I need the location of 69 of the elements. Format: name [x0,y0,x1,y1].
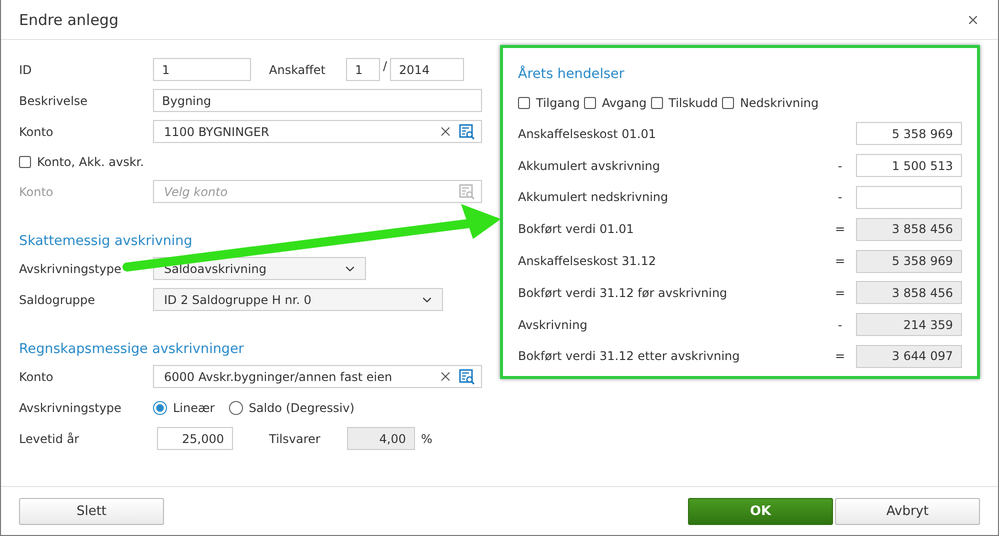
radio-button[interactable] [153,400,167,414]
field-label: Levetid år [19,432,80,446]
amount-display: 3 858 456 [856,218,962,241]
operator-sign: = [834,254,846,268]
checkbox[interactable] [518,97,530,109]
field-label: Konto [19,370,54,384]
field-label: Tilsvarer [269,432,322,446]
radio-label: Saldo (Degressiv) [248,400,354,414]
checkbox-label: Tilskudd [668,96,718,110]
checkbox-label: Konto, Akk. avskr. [37,154,144,168]
dialog-button[interactable]: Avbryt [835,498,980,524]
field-label: Beskrivelse [19,94,89,108]
amount-display: 5 358 969 [856,250,962,273]
checkbox-label: Avgang [602,96,647,110]
dropdown[interactable]: ID 2 Saldogruppe H nr. 0 [153,288,443,311]
operator-sign: = [834,222,846,236]
checkbox-label: Nedskrivning [740,96,819,110]
checkbox[interactable] [19,156,31,168]
operator-sign: - [836,318,844,332]
row-label: Akkumulert avskrivning [518,158,660,173]
id-field[interactable]: 1 [153,58,251,81]
lookup-icon[interactable] [458,124,475,140]
ok-button[interactable]: OK [688,498,833,524]
month-field[interactable]: 1 [346,58,380,81]
date-separator: / [383,59,388,73]
amount-display: 214 359 [856,313,962,336]
row-label: Bokført verdi 31.12 før avskrivning [518,286,728,300]
checkbox[interactable] [722,97,734,109]
radio-label: Lineær [173,400,215,414]
checkbox[interactable] [584,97,596,109]
row-label: Anskaffelseskost 31.12 [518,254,656,268]
section-heading: Skattemessig avskrivning [19,233,192,249]
amount-field[interactable]: 1 500 513 [856,154,962,178]
lookup-field[interactable]: 1100 BYGNINGER [153,120,482,143]
lookup-icon[interactable] [458,368,475,384]
operator-sign: = [834,349,846,364]
row-label: Akkumulert nedskrivning [518,190,668,204]
field-label: Konto [19,124,54,138]
row-label: Bokført verdi 31.12 etter avskrivning [518,349,740,364]
amount-field[interactable] [856,186,962,209]
amount-display: 3 644 097 [856,344,962,368]
dropdown[interactable]: Saldoavskrivning [153,257,366,280]
operator-sign: = [834,286,846,300]
lookup-field[interactable]: 6000 Avskr.bygninger/annen fast eien [153,365,482,388]
amount-display: 3 858 456 [856,281,962,304]
radio-button[interactable] [228,400,243,414]
field-label: Avskrivningstype [19,262,122,276]
window-title: Endre anlegg [19,10,118,28]
row-label: Avskrivning [518,318,588,332]
percent-field: 4,00 [347,427,415,450]
operator-sign: - [836,158,844,173]
field-label: Avskrivningstype [19,400,122,414]
field-label: Saldogruppe [19,292,96,306]
year-field[interactable]: 2014 [390,58,464,81]
field-label: Anskaffet [269,62,327,76]
section-heading: Årets hendelser [518,66,624,82]
field-label: ID [19,62,33,76]
row-label: Anskaffelseskost 01.01 [518,126,656,141]
operator-sign: - [836,190,844,204]
amount-field[interactable]: 5 358 969 [856,122,962,146]
section-heading: Regnskapsmessige avskrivninger [19,341,244,357]
row-label: Bokført verdi 01.01 [518,222,634,236]
field-label: Konto [19,184,54,198]
unit-label: % [421,432,432,446]
checkbox[interactable] [650,97,663,109]
dialog-button[interactable]: Slett [19,498,164,524]
description-field[interactable]: Bygning [153,89,482,112]
lifetime-field[interactable]: 25,000 [157,427,233,450]
checkbox-label: Tilgang [536,96,580,110]
